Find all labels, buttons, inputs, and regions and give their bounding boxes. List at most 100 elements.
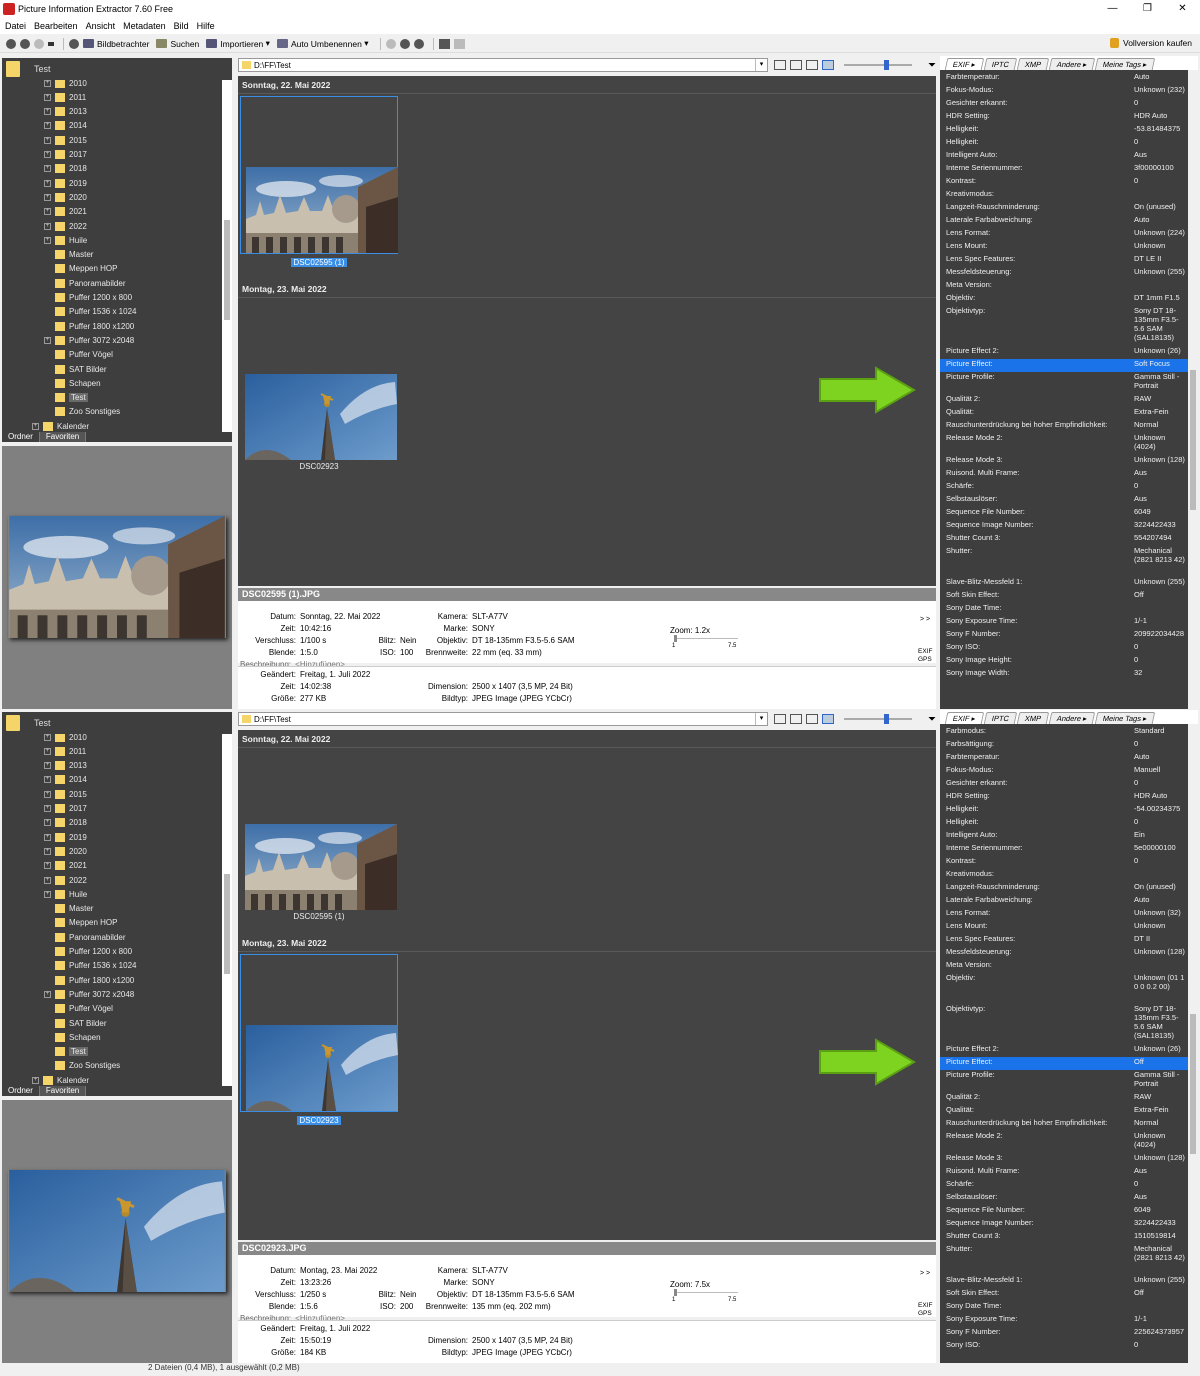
up-icon[interactable] bbox=[34, 38, 44, 49]
exif-row[interactable]: Release Mode 2: Unknown (4024) bbox=[940, 433, 1188, 455]
grid-view-icon[interactable] bbox=[774, 714, 787, 724]
gps-link[interactable]: GPS bbox=[918, 1310, 932, 1317]
tree-item[interactable]: +2020 bbox=[44, 190, 87, 204]
tree-item[interactable]: +2022 bbox=[44, 873, 87, 887]
tab-exif[interactable]: EXIF ▸ bbox=[944, 712, 984, 724]
exif-scrollbar[interactable] bbox=[1188, 70, 1198, 709]
expand-icon[interactable]: + bbox=[44, 122, 51, 130]
exif-row[interactable]: Shutter Count 3: 1510519814 bbox=[940, 1231, 1188, 1244]
expand-icon[interactable]: + bbox=[44, 336, 51, 344]
expand-icon[interactable]: + bbox=[44, 876, 51, 884]
tree-item[interactable]: Test bbox=[44, 1045, 88, 1059]
exif-scrollbar[interactable] bbox=[1188, 724, 1198, 1363]
expand-icon[interactable]: + bbox=[44, 165, 51, 173]
expand-icon[interactable]: + bbox=[44, 819, 51, 827]
exif-row[interactable]: Meta Version: bbox=[940, 280, 1188, 293]
exif-row[interactable]: Langzeit-Rauschminderung: On (unused) bbox=[940, 202, 1188, 215]
exif-row[interactable]: Sequence File Number: 6049 bbox=[940, 507, 1188, 520]
tab-meine-tags[interactable]: Meine Tags ▸ bbox=[1094, 712, 1156, 724]
exif-row[interactable]: Sony Image Width: 32 bbox=[940, 668, 1188, 681]
tree-item[interactable]: Puffer 1536 x 1024 bbox=[44, 959, 136, 973]
expand-icon[interactable]: + bbox=[44, 833, 51, 841]
exif-row[interactable]: Gesichter erkannt: 0 bbox=[940, 778, 1188, 791]
thumbnail[interactable] bbox=[240, 954, 398, 1112]
exif-row[interactable]: Selbstauslöser: Aus bbox=[940, 494, 1188, 507]
thumbnail-view-icon[interactable] bbox=[822, 60, 835, 70]
expand-icon[interactable]: + bbox=[44, 193, 51, 201]
exif-row[interactable]: Kreativmodus: bbox=[940, 189, 1188, 202]
tree-item[interactable]: +2010 bbox=[44, 734, 87, 744]
tree-item[interactable]: Puffer Vögel bbox=[44, 1002, 113, 1016]
exif-row[interactable]: Helligkeit: -53.81484375 bbox=[940, 124, 1188, 137]
exif-row[interactable]: Sony Image Height: 0 bbox=[940, 655, 1188, 668]
exif-row[interactable]: Sequence Image Number: 3224422433 bbox=[940, 520, 1188, 533]
exif-row[interactable]: Lens Format: Unknown (224) bbox=[940, 228, 1188, 241]
import-button[interactable]: Importieren ▾ bbox=[206, 38, 270, 49]
thumbnail-view-icon[interactable] bbox=[822, 714, 835, 724]
exif-row[interactable]: Sony Exposure Time: 1/-1 bbox=[940, 616, 1188, 629]
expand-icon[interactable]: + bbox=[44, 734, 51, 741]
exif-row[interactable]: Soft Skin Effect: Off bbox=[940, 1288, 1188, 1301]
tree-item[interactable]: Schapen bbox=[44, 1030, 101, 1044]
close-button[interactable]: ✕ bbox=[1165, 0, 1200, 18]
exif-row[interactable]: Meta Version: bbox=[940, 960, 1188, 973]
tree-item[interactable]: +2018 bbox=[44, 162, 87, 176]
expand-icon[interactable]: + bbox=[44, 136, 51, 144]
chevron-down-icon[interactable]: ▾ bbox=[755, 713, 767, 725]
tab-iptc[interactable]: IPTC bbox=[983, 58, 1017, 70]
details-view-icon[interactable] bbox=[790, 714, 803, 724]
menu-bearbeiten[interactable]: Bearbeiten bbox=[34, 21, 78, 31]
expand-icon[interactable]: + bbox=[44, 80, 51, 87]
expand-icon[interactable]: + bbox=[44, 762, 51, 770]
expand-icon[interactable]: + bbox=[44, 776, 51, 784]
tree-item[interactable]: +2014 bbox=[44, 119, 87, 133]
path-input[interactable]: D:\FF\Test ▾ bbox=[238, 712, 769, 726]
exif-row[interactable]: Lens Spec Features: DT II bbox=[940, 934, 1188, 947]
expand-icon[interactable]: + bbox=[44, 179, 51, 187]
tree-item[interactable]: + Kalender bbox=[32, 419, 89, 432]
tree-item[interactable]: Puffer 1200 x 800 bbox=[44, 291, 132, 305]
tree-item[interactable]: Meppen HOP bbox=[44, 262, 117, 276]
exif-row[interactable]: Kontrast: 0 bbox=[940, 176, 1188, 189]
exif-row[interactable]: Sony F Number: 225624373957 bbox=[940, 1327, 1188, 1340]
tree-item[interactable]: SAT Bilder bbox=[44, 1016, 107, 1030]
exif-row[interactable]: Picture Profile: Gamma Still - Portrait bbox=[940, 372, 1188, 394]
exif-row[interactable]: Slave-Blitz-Messfeld 1: Unknown (255) bbox=[940, 577, 1188, 590]
thumbnail-size-slider[interactable] bbox=[844, 714, 912, 724]
exif-row[interactable]: Shutter: Mechanical (2821 8213 42) bbox=[940, 546, 1188, 577]
tree-item[interactable]: Master bbox=[44, 248, 93, 262]
exif-row[interactable]: Rauschunterdrückung bei hoher Empfindlic… bbox=[940, 420, 1188, 433]
zoom-slider[interactable] bbox=[674, 1289, 738, 1296]
tree-item[interactable]: Panoramabilder bbox=[44, 930, 125, 944]
exif-row[interactable]: Picture Profile: Gamma Still - Portrait bbox=[940, 1070, 1188, 1092]
tree-item[interactable]: + Puffer 3072 x2048 bbox=[44, 987, 134, 1001]
exif-row[interactable]: Messfeldsteuerung: Unknown (128) bbox=[940, 947, 1188, 960]
exif-row[interactable]: Slave-Blitz-Messfeld 1: Unknown (255) bbox=[940, 1275, 1188, 1288]
tree-item[interactable]: Test bbox=[44, 391, 88, 405]
layout-alt-icon[interactable] bbox=[454, 38, 466, 49]
exif-row[interactable]: Sony Date Time: bbox=[940, 603, 1188, 616]
thumbnail[interactable] bbox=[240, 96, 398, 254]
scrollbar-thumb[interactable] bbox=[224, 874, 230, 974]
columns-view-icon[interactable] bbox=[806, 60, 819, 70]
buy-button[interactable]: Vollversion kaufen bbox=[1110, 38, 1192, 48]
tree-item[interactable]: Puffer 1800 x1200 bbox=[44, 319, 134, 333]
exif-row[interactable]: Shutter Count 3: 554207494 bbox=[940, 533, 1188, 546]
rotate-icon[interactable] bbox=[386, 38, 397, 49]
menu-datei[interactable]: Datei bbox=[5, 21, 26, 31]
exif-row[interactable]: Picture Effect: Soft Focus bbox=[940, 359, 1188, 372]
exif-row[interactable]: Sony Exposure Time: 1/-1 bbox=[940, 1314, 1188, 1327]
tree-item[interactable]: +2018 bbox=[44, 816, 87, 830]
exif-row[interactable]: Farbtemperatur: Auto bbox=[940, 72, 1188, 85]
exif-row[interactable]: Objektivtyp: Sony DT 18-135mm F3.5-5.6 SA… bbox=[940, 1004, 1188, 1044]
expand-icon[interactable]: + bbox=[44, 790, 51, 798]
exif-row[interactable]: Intelligent Auto: Aus bbox=[940, 150, 1188, 163]
exif-row[interactable]: Qualität: Extra-Fein bbox=[940, 1105, 1188, 1118]
expand-icon[interactable]: + bbox=[32, 422, 39, 430]
exif-row[interactable]: Sony F Number: 209922034428 bbox=[940, 629, 1188, 642]
settings-icon[interactable] bbox=[69, 38, 79, 49]
tree-item[interactable]: Master bbox=[44, 902, 93, 916]
columns-view-icon[interactable] bbox=[806, 714, 819, 724]
tree-item[interactable]: +2022 bbox=[44, 219, 87, 233]
exif-row[interactable]: Intelligent Auto: Ein bbox=[940, 830, 1188, 843]
